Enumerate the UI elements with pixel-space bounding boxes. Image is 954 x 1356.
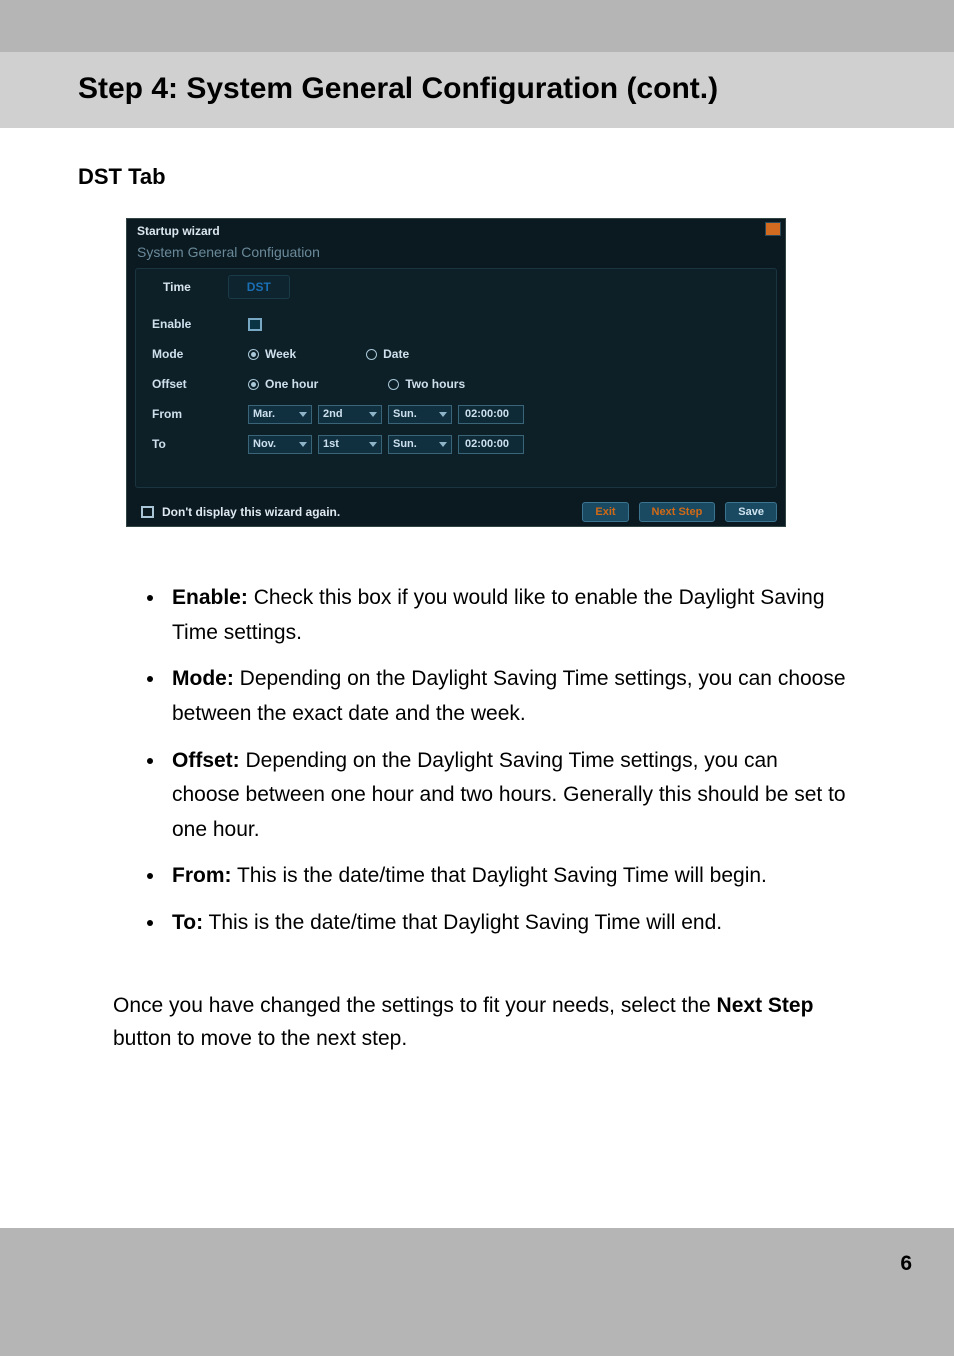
window-titlebar: Startup wizard (127, 219, 785, 240)
page-footer: 6 (0, 1228, 954, 1292)
enable-checkbox[interactable] (248, 318, 262, 331)
to-month-value: Nov. (253, 438, 276, 450)
tab-strip: Time DST (136, 269, 776, 303)
chevron-down-icon (369, 412, 377, 417)
from-month-value: Mar. (253, 408, 275, 420)
mode-week-label: Week (265, 347, 296, 361)
bullet-enable: Enable: Check this box if you would like… (166, 581, 846, 650)
closing-part2: button to move to the next step. (113, 1027, 407, 1050)
bullet-from: From: This is the date/time that Dayligh… (166, 859, 846, 894)
to-time-value: 02:00:00 (465, 438, 509, 450)
wizard-panel: Time DST Enable Mode Week (135, 268, 777, 488)
to-day-value: Sun. (393, 438, 417, 450)
exit-button[interactable]: Exit (582, 502, 628, 522)
to-ord-value: 1st (323, 438, 339, 450)
mode-date-label: Date (383, 347, 409, 361)
mode-date-radio[interactable]: Date (366, 347, 409, 361)
mode-label: Mode (152, 347, 248, 361)
to-month-select[interactable]: Nov. (248, 435, 312, 454)
tab-dst[interactable]: DST (228, 275, 290, 299)
from-label: From (152, 407, 248, 421)
closing-part1: Once you have changed the settings to fi… (113, 994, 717, 1017)
radio-selected-icon (248, 349, 259, 360)
chevron-down-icon (299, 412, 307, 417)
chevron-down-icon (299, 442, 307, 447)
offset-two-hours-label: Two hours (405, 377, 465, 391)
bullet-to: To: This is the date/time that Daylight … (166, 906, 846, 941)
to-label: To (152, 437, 248, 451)
from-month-select[interactable]: Mar. (248, 405, 312, 424)
closing-paragraph: Once you have changed the settings to fi… (78, 989, 876, 1056)
radio-selected-icon (248, 379, 259, 390)
bullet-offset: Offset: Depending on the Daylight Saving… (166, 744, 846, 848)
bullet-to-label: To: (172, 911, 203, 934)
from-ord-select[interactable]: 2nd (318, 405, 382, 424)
offset-one-hour-radio[interactable]: One hour (248, 377, 318, 391)
radio-icon (366, 349, 377, 360)
closing-bold: Next Step (717, 994, 814, 1017)
bullet-mode-label: Mode: (172, 667, 234, 690)
bullet-offset-label: Offset: (172, 749, 240, 772)
offset-two-hours-radio[interactable]: Two hours (388, 377, 465, 391)
enable-label: Enable (152, 317, 248, 331)
from-day-value: Sun. (393, 408, 417, 420)
to-time-input[interactable]: 02:00:00 (458, 435, 524, 454)
to-day-select[interactable]: Sun. (388, 435, 452, 454)
from-time-value: 02:00:00 (465, 408, 509, 420)
dont-show-label: Don't display this wizard again. (162, 505, 340, 519)
to-ord-select[interactable]: 1st (318, 435, 382, 454)
save-button[interactable]: Save (725, 502, 777, 522)
bullet-enable-text: Check this box if you would like to enab… (172, 586, 825, 644)
wizard-subtitle: System General Configuation (127, 240, 785, 268)
from-ord-value: 2nd (323, 408, 343, 420)
chevron-down-icon (439, 412, 447, 417)
offset-label: Offset (152, 377, 248, 391)
chevron-down-icon (439, 442, 447, 447)
description-list: Enable: Check this box if you would like… (78, 581, 876, 941)
mode-week-radio[interactable]: Week (248, 347, 296, 361)
section-heading: DST Tab (78, 164, 876, 190)
radio-icon (388, 379, 399, 390)
next-step-button[interactable]: Next Step (639, 502, 716, 522)
bullet-enable-label: Enable: (172, 586, 248, 609)
bullet-mode-text: Depending on the Daylight Saving Time se… (172, 667, 846, 725)
close-icon[interactable] (765, 222, 781, 236)
dont-show-checkbox[interactable] (141, 506, 154, 518)
bullet-from-text: This is the date/time that Daylight Savi… (232, 864, 767, 887)
bullet-from-label: From: (172, 864, 232, 887)
from-day-select[interactable]: Sun. (388, 405, 452, 424)
page-title: Step 4: System General Configuration (co… (0, 52, 954, 128)
window-title: Startup wizard (137, 224, 220, 238)
bullet-mode: Mode: Depending on the Daylight Saving T… (166, 662, 846, 731)
wizard-screenshot: Startup wizard System General Configuati… (126, 218, 786, 527)
from-time-input[interactable]: 02:00:00 (458, 405, 524, 424)
bullet-to-text: This is the date/time that Daylight Savi… (203, 911, 722, 934)
chevron-down-icon (369, 442, 377, 447)
page-number: 6 (900, 1252, 912, 1276)
bullet-offset-text: Depending on the Daylight Saving Time se… (172, 749, 846, 841)
offset-one-hour-label: One hour (265, 377, 318, 391)
tab-time[interactable]: Time (144, 275, 210, 299)
